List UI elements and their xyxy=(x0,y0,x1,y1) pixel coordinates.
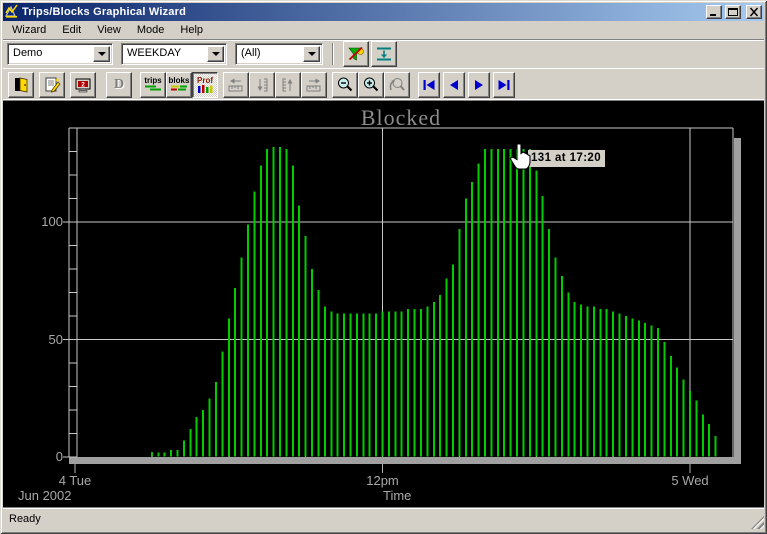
shift-left-button[interactable] xyxy=(223,71,249,98)
exit-icon xyxy=(15,77,28,92)
status-bar: Ready xyxy=(3,509,764,529)
shift-right-button[interactable] xyxy=(301,71,327,98)
dataset-combobox[interactable]: Demo xyxy=(7,43,113,65)
chart-canvas[interactable]: Blocked Time Jun 2002 131 at 17:20 4 Tue… xyxy=(3,101,764,507)
properties-icon xyxy=(45,77,61,92)
filter-button[interactable] xyxy=(343,41,369,67)
day-type-combobox[interactable]: WEEKDAY xyxy=(121,43,227,65)
trips-icon xyxy=(145,85,161,91)
next-record-icon xyxy=(475,79,483,90)
chevron-down-icon[interactable] xyxy=(207,46,224,62)
x-axis-label: Time xyxy=(383,488,412,503)
previous-record-icon xyxy=(450,79,458,90)
hand-cursor-icon xyxy=(510,143,531,170)
shift-up-icon xyxy=(282,78,293,91)
shift-left-icon xyxy=(228,78,243,91)
zoom-back-icon xyxy=(389,77,405,91)
chart-title: Blocked xyxy=(360,105,442,130)
route-filter-value: (All) xyxy=(241,47,261,59)
menu-bar: Wizard Edit View Mode Help xyxy=(3,21,764,40)
x-tick-label: 5 Wed xyxy=(671,473,709,488)
zoom-out-icon xyxy=(338,77,353,91)
shift-down-icon xyxy=(257,78,268,91)
d-mode-button[interactable]: D xyxy=(106,71,132,98)
y-tick-label: 50 xyxy=(48,331,63,347)
day-type-value: WEEKDAY xyxy=(127,47,182,59)
nav-previous-button[interactable] xyxy=(443,71,465,98)
trips-view-button[interactable]: trips xyxy=(140,71,166,98)
maximize-icon xyxy=(728,8,738,16)
minimize-icon xyxy=(710,14,716,16)
profile-view-button[interactable]: Prof xyxy=(192,71,218,98)
route-filter-combobox[interactable]: (All) xyxy=(235,43,323,65)
date-label: Jun 2002 xyxy=(18,488,72,503)
y-tick-label: 0 xyxy=(55,449,63,464)
profile-label: Prof xyxy=(197,75,213,85)
screen-2-button[interactable]: 2 xyxy=(70,71,96,98)
nav-next-button[interactable] xyxy=(468,71,490,98)
zoom-out-button[interactable] xyxy=(332,71,358,98)
main-toolbar: 2 D trips bloks Prof xyxy=(3,69,764,101)
collapse-icon xyxy=(377,47,391,61)
blocks-view-button[interactable]: bloks xyxy=(166,71,192,98)
minimize-button[interactable] xyxy=(706,5,722,19)
profile-icon xyxy=(198,84,213,93)
collapse-button[interactable] xyxy=(371,41,397,67)
y-tick-label: 100 xyxy=(41,214,63,229)
blocks-label: bloks xyxy=(168,76,190,85)
blocks-icon xyxy=(171,85,187,91)
chevron-down-icon[interactable] xyxy=(303,46,320,62)
filter-icon xyxy=(348,46,364,61)
status-text: Ready xyxy=(9,513,41,525)
x-tick-label: 4 Tue xyxy=(58,473,92,488)
shift-down-button[interactable] xyxy=(249,71,275,98)
first-record-icon xyxy=(423,79,435,90)
screen-2-icon: 2 xyxy=(75,78,91,92)
close-button[interactable] xyxy=(746,5,762,19)
menu-edit[interactable]: Edit xyxy=(54,22,89,39)
nav-last-button[interactable] xyxy=(493,71,515,98)
svg-text:2: 2 xyxy=(81,81,85,88)
zoom-back-button[interactable] xyxy=(384,71,410,98)
menu-wizard[interactable]: Wizard xyxy=(4,22,54,39)
resize-grip[interactable] xyxy=(751,516,764,529)
window-title: Trips/Blocks Graphical Wizard xyxy=(22,6,187,18)
zoom-in-button[interactable] xyxy=(358,71,384,98)
close-icon xyxy=(749,7,759,17)
toolbar-separator xyxy=(332,43,334,65)
menu-mode[interactable]: Mode xyxy=(129,22,173,39)
properties-button[interactable] xyxy=(39,71,65,98)
filter-toolbar: Demo WEEKDAY (All) xyxy=(3,40,764,69)
blocked-profile-plot[interactable] xyxy=(3,101,764,507)
x-tick-label: 12pm xyxy=(366,473,399,488)
shift-up-button[interactable] xyxy=(275,71,301,98)
nav-first-button[interactable] xyxy=(418,71,440,98)
dataset-value: Demo xyxy=(13,47,43,59)
chevron-down-icon[interactable] xyxy=(93,46,110,62)
exit-button[interactable] xyxy=(8,71,34,98)
last-record-icon xyxy=(498,79,510,90)
shift-right-icon xyxy=(306,78,321,91)
menu-view[interactable]: View xyxy=(89,22,129,39)
app-icon xyxy=(4,4,19,21)
trips-label: trips xyxy=(144,76,162,85)
zoom-in-icon xyxy=(364,77,379,91)
d-mode-icon: D xyxy=(113,76,125,92)
app-window: Trips/Blocks Graphical Wizard Wizard Edi… xyxy=(0,0,767,534)
maximize-button[interactable] xyxy=(725,5,741,19)
chart-tooltip: 131 at 17:20 xyxy=(528,150,606,167)
menu-help[interactable]: Help xyxy=(172,22,211,39)
title-bar[interactable]: Trips/Blocks Graphical Wizard xyxy=(3,3,764,21)
